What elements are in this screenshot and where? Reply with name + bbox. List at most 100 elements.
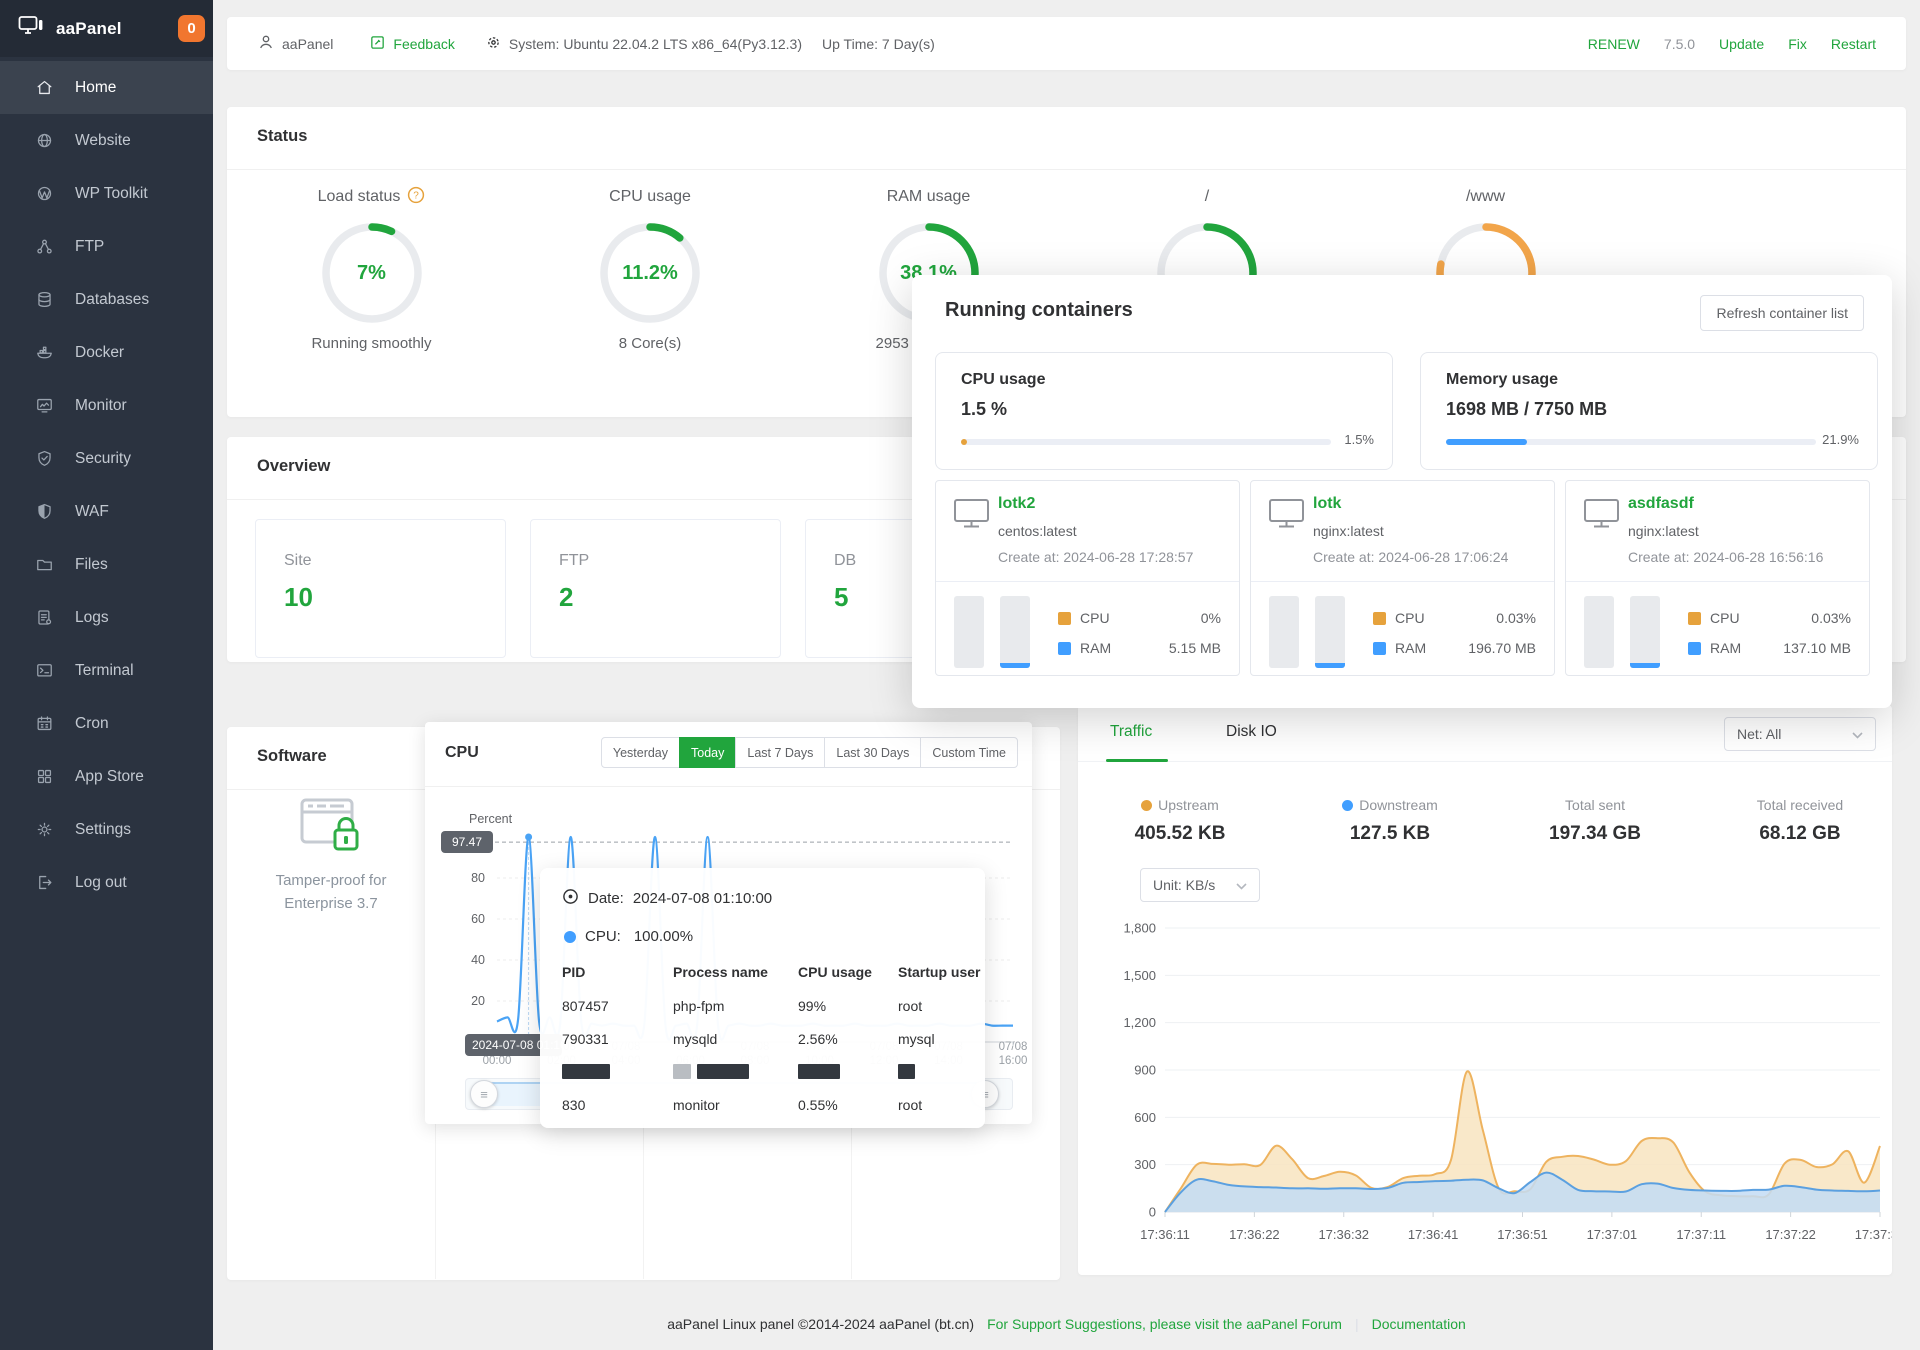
unit-select-value: Unit: KB/s <box>1153 877 1216 893</box>
overview-card-site[interactable]: Site 10 <box>255 519 506 658</box>
footer: aaPanel Linux panel ©2014-2024 aaPanel (… <box>213 1316 1920 1332</box>
traffic-chart: 0 300 600 900 1,200 1,500 1,800 17:36:11 17:36:2… <box>1123 921 1892 1243</box>
monitor-icon <box>34 396 54 416</box>
sidebar-item-label: Logs <box>75 608 109 626</box>
series-dot-icon <box>564 930 576 943</box>
sidebar-item-wp-toolkit[interactable]: WP Toolkit <box>0 167 213 220</box>
software-title: Software <box>257 747 327 765</box>
legend-dot-icon <box>1342 799 1354 811</box>
containers-cpu-card: CPU usage 1.5 % 1.5% <box>935 352 1393 470</box>
gauge-label-text: Load status <box>317 188 401 205</box>
sidebar-item-label: WP Toolkit <box>75 184 148 202</box>
ram-legend-label: RAM <box>1710 640 1742 656</box>
gauge-ring: 11.2% <box>598 221 702 325</box>
ram-legend-icon <box>1373 641 1386 655</box>
ram-bar-fill <box>1630 663 1660 668</box>
svg-text:17:36:41: 17:36:41 <box>1408 1227 1459 1242</box>
help-icon[interactable]: ? <box>407 186 425 209</box>
container-cpu-value: 0.03% <box>1496 610 1536 626</box>
sidebar-item-label: Settings <box>75 820 132 838</box>
svg-text:17:36:51: 17:36:51 <box>1497 1227 1548 1242</box>
svg-text:1,200: 1,200 <box>1123 1015 1156 1030</box>
system-info[interactable]: System: Ubuntu 22.04.2 LTS x86_64(Py3.12… <box>485 34 802 54</box>
sidebar-item-files[interactable]: Files <box>0 538 213 591</box>
container-ram-value: 196.70 MB <box>1468 640 1536 656</box>
sidebar-item-website[interactable]: Website <box>0 114 213 167</box>
cpu-legend-icon <box>1373 611 1386 625</box>
sidebar-item-terminal[interactable]: Terminal <box>0 644 213 697</box>
container-image: nginx:latest <box>1313 523 1384 539</box>
redacted-cell <box>673 1064 691 1079</box>
cpu-tab-last-7-days[interactable]: Last 7 Days <box>735 737 826 768</box>
stat-downstream: Downstream 127.5 KB <box>1320 797 1460 845</box>
process-table-cell: mysql <box>898 1031 935 1047</box>
process-table-header: Process name <box>673 964 768 980</box>
slider-handle-left[interactable]: ≡ <box>470 1080 498 1108</box>
feedback-link[interactable]: Feedback <box>369 34 455 54</box>
restart-link[interactable]: Restart <box>1831 36 1876 52</box>
message-count-badge[interactable]: 0 <box>178 15 205 42</box>
container-card-lotk2[interactable]: lotk2 centos:latest Create at: 2024-06-28 … <box>935 480 1240 676</box>
containers-cpu-value: 1.5 % <box>961 399 1008 419</box>
sidebar-item-home[interactable]: Home <box>0 61 213 114</box>
unit-select[interactable]: Unit: KB/s <box>1140 868 1260 902</box>
divider <box>1566 581 1869 582</box>
svg-text:17:36:11: 17:36:11 <box>1140 1227 1190 1242</box>
sidebar-item-log-out[interactable]: Log out <box>0 856 213 909</box>
sidebar-item-security[interactable]: Security <box>0 432 213 485</box>
sidebar-item-cron[interactable]: Cron <box>0 697 213 750</box>
gauge-label: RAM usage <box>789 185 1068 209</box>
sidebar-item-waf[interactable]: WAF <box>0 485 213 538</box>
sidebar-item-settings[interactable]: Settings <box>0 803 213 856</box>
logs-icon <box>34 608 54 628</box>
footer-copyright: aaPanel Linux panel ©2014-2024 aaPanel (… <box>667 1316 975 1332</box>
cpu-tab-custom-time[interactable]: Custom Time <box>920 737 1018 768</box>
cpu-legend-icon <box>1688 611 1701 625</box>
sidebar-item-monitor[interactable]: Monitor <box>0 379 213 432</box>
refresh-container-list-button[interactable]: Refresh container list <box>1700 295 1864 331</box>
svg-text:80: 80 <box>471 871 485 885</box>
cpu-tab-last-30-days[interactable]: Last 30 Days <box>824 737 922 768</box>
redacted-cell <box>798 1064 840 1079</box>
sidebar-item-docker[interactable]: Docker <box>0 326 213 379</box>
target-icon <box>562 888 579 909</box>
footer-docs-link[interactable]: Documentation <box>1372 1316 1466 1332</box>
process-table-header: PID <box>562 964 586 980</box>
overview-title: Overview <box>257 457 331 475</box>
tab-traffic[interactable]: Traffic <box>1110 723 1152 741</box>
ram-bar-fill <box>1315 663 1345 668</box>
gauge-ring: 7% <box>320 221 424 325</box>
process-table-header: Startup user <box>898 964 981 980</box>
sidebar-item-ftp[interactable]: FTP <box>0 220 213 273</box>
fix-link[interactable]: Fix <box>1788 36 1807 52</box>
gauge-sub-text: 8 Core(s) <box>618 335 682 352</box>
tab-disk-io[interactable]: Disk IO <box>1226 723 1277 741</box>
footer-forum-link[interactable]: For Support Suggestions, please visit th… <box>987 1316 1342 1332</box>
cpu-tab-yesterday[interactable]: Yesterday <box>600 737 681 768</box>
sidebar-item-databases[interactable]: Databases <box>0 273 213 326</box>
container-ram-row: RAM 137.10 MB <box>1688 639 1851 657</box>
gauge-label: /www <box>1346 185 1625 209</box>
sidebar-item-label: Docker <box>75 343 125 361</box>
update-link[interactable]: Update <box>1719 36 1764 52</box>
cpu-tab-today[interactable]: Today <box>679 737 737 768</box>
sidebar-item-app-store[interactable]: App Store <box>0 750 213 803</box>
sidebar-item-logs[interactable]: Logs <box>0 591 213 644</box>
cpu-tooltip: Date: 2024-07-08 01:10:00 CPU: 100.00% P… <box>540 868 985 1128</box>
account-menu[interactable]: aaPanel <box>257 33 333 54</box>
containers-memory-value: 1698 MB / 7750 MB <box>1446 399 1608 419</box>
status-title: Status <box>257 127 308 145</box>
container-card-lotk[interactable]: lotk nginx:latest Create at: 2024-06-28 17… <box>1250 480 1555 676</box>
sidebar-item-label: App Store <box>75 767 144 785</box>
overview-card-ftp[interactable]: FTP 2 <box>530 519 781 658</box>
software-item-tamper-proof[interactable]: Tamper-proof for Enterprise 3.7 <box>227 797 435 915</box>
container-card-asdfasdf[interactable]: asdfasdf nginx:latest Create at: 2024-06-2… <box>1565 480 1870 676</box>
renew-link[interactable]: RENEW <box>1588 36 1640 52</box>
net-select[interactable]: Net: All <box>1724 717 1876 751</box>
sidebar-item-label: Website <box>75 131 131 149</box>
stat-label-text: Downstream <box>1359 797 1438 813</box>
sidebar-item-label: Home <box>75 78 117 96</box>
sidebar-logo[interactable]: aaPanel 0 <box>0 0 213 57</box>
container-name: lotk2 <box>998 495 1036 512</box>
footer-separator: | <box>1354 1316 1359 1332</box>
